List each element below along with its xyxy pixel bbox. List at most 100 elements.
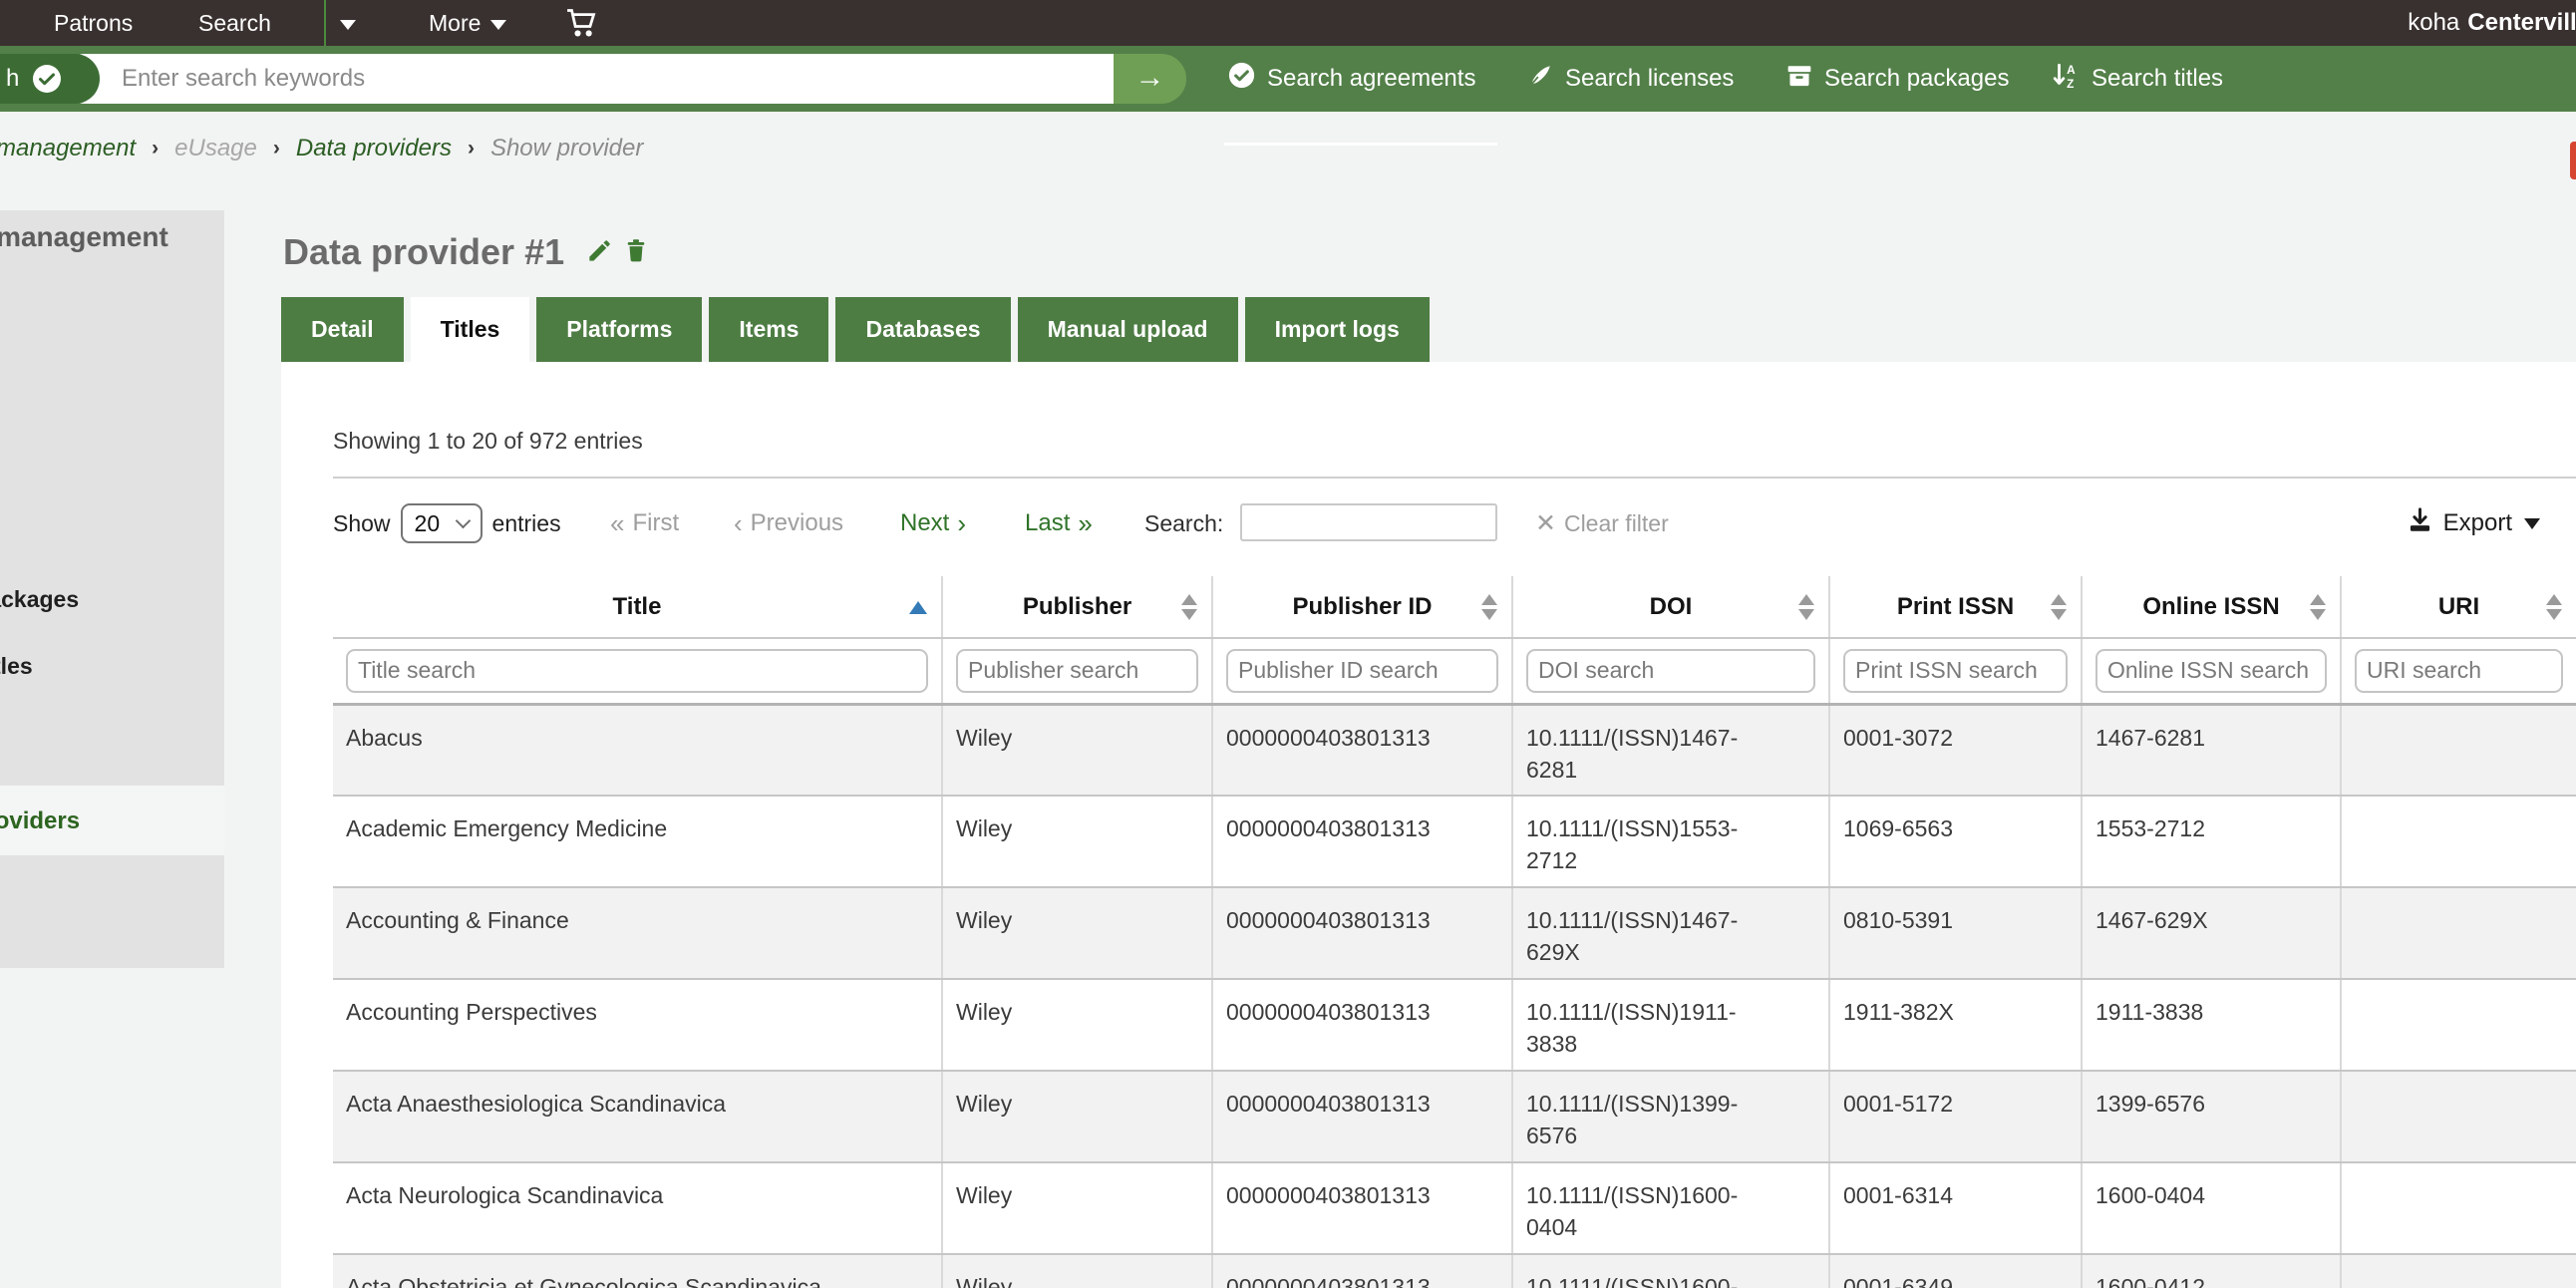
cell-title: Abacus bbox=[333, 704, 943, 797]
cell-publisher: Wiley bbox=[942, 979, 1213, 1072]
cell-text: 10.1111/(ISSN)1600-0404 bbox=[1526, 1182, 1739, 1240]
cell-text: Wiley bbox=[956, 1274, 1013, 1288]
tab-items[interactable]: Items bbox=[709, 297, 829, 362]
pagination-next[interactable]: Next › bbox=[900, 499, 966, 547]
help-edge-button[interactable] bbox=[2570, 142, 2576, 179]
tab-platforms[interactable]: Platforms bbox=[536, 297, 703, 362]
cell-doi: 10.1111/(ISSN)1553-2712 bbox=[1512, 796, 1830, 888]
search-type-button[interactable]: h bbox=[0, 54, 100, 104]
export-button[interactable]: Export bbox=[2407, 499, 2540, 547]
table-search-input[interactable] bbox=[1240, 503, 1497, 541]
page-title: Data provider #1 bbox=[283, 231, 565, 272]
pagination-last[interactable]: Last » bbox=[1025, 499, 1093, 547]
cell-print_issn: 1069-6563 bbox=[1829, 796, 2083, 888]
table-row: Accounting & Finance Wiley 000000040380131… bbox=[333, 887, 2576, 980]
column-label: Publisher bbox=[1022, 592, 1132, 620]
cell-uri bbox=[2341, 796, 2576, 888]
online_issn-search-input[interactable] bbox=[2095, 648, 2327, 693]
double-chevron-right-icon: » bbox=[1078, 507, 1093, 538]
nav-search[interactable]: Search bbox=[198, 0, 271, 46]
doi-search-input[interactable] bbox=[1526, 648, 1815, 693]
cell-text: Wiley bbox=[956, 1182, 1013, 1208]
column-filter-cell bbox=[333, 638, 943, 706]
sidebar-item-packages[interactable]: Packages bbox=[0, 586, 79, 613]
table-row: Acta Obstetricia et Gynecologica Scandin… bbox=[333, 1254, 2576, 1288]
tab-titles[interactable]: Titles bbox=[410, 297, 530, 362]
tab-import-logs[interactable]: Import logs bbox=[1244, 297, 1430, 362]
print_issn-search-input[interactable] bbox=[1843, 648, 2068, 693]
clear-filter-button[interactable]: ✕ Clear filter bbox=[1535, 499, 1669, 547]
cell-publisher: Wiley bbox=[942, 1254, 1213, 1288]
svg-text:Z: Z bbox=[2067, 76, 2074, 89]
chevron-down-icon bbox=[455, 512, 471, 528]
sidebar-item-data-providers[interactable]: Data providers bbox=[0, 807, 80, 835]
cell-publisher: Wiley bbox=[942, 1162, 1213, 1255]
search-agreements-link[interactable]: Search agreements bbox=[1228, 46, 1475, 112]
brand-logo: kohaCenterville bbox=[2408, 9, 2576, 36]
chevron-left-icon: ‹ bbox=[734, 507, 743, 538]
search-titles-link[interactable]: AZ Search titles bbox=[2052, 46, 2223, 112]
cell-online_issn: 1600-0404 bbox=[2082, 1162, 2342, 1255]
page-size-value: 20 bbox=[414, 509, 441, 536]
cell-publisher: Wiley bbox=[942, 796, 1213, 888]
check-circle-icon bbox=[32, 64, 62, 99]
delete-trash-icon[interactable] bbox=[623, 237, 649, 269]
edit-pencil-icon[interactable] bbox=[586, 237, 613, 269]
column-label: URI bbox=[2437, 592, 2480, 620]
cell-publisher_id: 0000000403801313 bbox=[1212, 887, 1513, 980]
cell-text: Accounting Perspectives bbox=[346, 999, 597, 1025]
column-header-online_issn[interactable]: Online ISSN bbox=[2082, 576, 2342, 639]
title-search-input[interactable] bbox=[346, 648, 928, 693]
tab-databases[interactable]: Databases bbox=[835, 297, 1011, 362]
column-header-print_issn[interactable]: Print ISSN bbox=[1829, 576, 2083, 639]
column-header-publisher[interactable]: Publisher bbox=[942, 576, 1213, 639]
cart-icon[interactable] bbox=[564, 7, 598, 44]
cell-online_issn: 1467-6281 bbox=[2082, 704, 2342, 797]
table-row: Acta Anaesthesiologica Scandinavica Wiley… bbox=[333, 1071, 2576, 1163]
column-label: Publisher ID bbox=[1292, 592, 1433, 620]
cell-doi: 10.1111/(ISSN)1467-6281 bbox=[1512, 704, 1830, 797]
column-filter-cell bbox=[1212, 638, 1513, 706]
column-header-doi[interactable]: DOI bbox=[1512, 576, 1830, 639]
cell-text: 10.1111/(ISSN)1600-0412 bbox=[1526, 1274, 1739, 1288]
page-size-select[interactable]: 20 bbox=[400, 503, 483, 543]
table-row: Acta Neurologica Scandinavica Wiley 000000… bbox=[333, 1162, 2576, 1255]
cell-text bbox=[2342, 888, 2576, 904]
tab-detail[interactable]: Detail bbox=[281, 297, 404, 362]
publisher-search-input[interactable] bbox=[956, 648, 1198, 693]
column-header-uri[interactable]: URI bbox=[2341, 576, 2576, 639]
column-header-title[interactable]: Title bbox=[333, 576, 943, 639]
pagination-first[interactable]: « First bbox=[610, 499, 679, 547]
search-licenses-link[interactable]: Search licenses bbox=[1527, 46, 1734, 112]
uri-search-input[interactable] bbox=[2355, 648, 2563, 693]
column-header-publisher_id[interactable]: Publisher ID bbox=[1212, 576, 1513, 639]
cell-text: Wiley bbox=[956, 999, 1013, 1025]
nav-patrons[interactable]: Patrons bbox=[54, 0, 133, 46]
cell-publisher_id: 0000000403801313 bbox=[1212, 1254, 1513, 1288]
cell-online_issn: 1553-2712 bbox=[2082, 796, 2342, 888]
show-label: Show bbox=[333, 509, 391, 536]
cell-text: 1600-0404 bbox=[2095, 1182, 2205, 1208]
publisher_id-search-input[interactable] bbox=[1226, 648, 1498, 693]
cell-text: 0000000403801313 bbox=[1226, 907, 1431, 933]
cell-text: 1911-382X bbox=[1843, 999, 1954, 1025]
pagination-previous[interactable]: ‹ Previous bbox=[734, 499, 843, 547]
search-input[interactable]: Enter search keywords bbox=[60, 54, 1114, 104]
breadcrumb-separator: › bbox=[272, 137, 280, 160]
search-packages-link[interactable]: Search packages bbox=[1786, 46, 2009, 112]
search-submit-button[interactable]: → bbox=[1114, 54, 1186, 104]
archive-box-icon bbox=[1786, 63, 1812, 96]
cell-text: 0001-6349 bbox=[1843, 1274, 1953, 1288]
breadcrumb: E-resource management › eUsage › Data pr… bbox=[0, 112, 643, 185]
search-dropdown-toggle[interactable] bbox=[340, 0, 356, 46]
nav-more[interactable]: More bbox=[429, 0, 507, 46]
chevron-right-icon: › bbox=[957, 507, 967, 538]
cell-text: 1553-2712 bbox=[2095, 815, 2205, 841]
sidebar-item-titles[interactable]: Titles bbox=[0, 653, 33, 680]
tab-manual-upload[interactable]: Manual upload bbox=[1017, 297, 1238, 362]
cell-uri bbox=[2341, 1071, 2576, 1163]
breadcrumb-erm-link[interactable]: E-resource management bbox=[0, 135, 136, 162]
svg-text:A: A bbox=[2067, 62, 2076, 76]
breadcrumb-data-providers-link[interactable]: Data providers bbox=[296, 135, 452, 162]
cell-text: 0810-5391 bbox=[1843, 907, 1953, 933]
